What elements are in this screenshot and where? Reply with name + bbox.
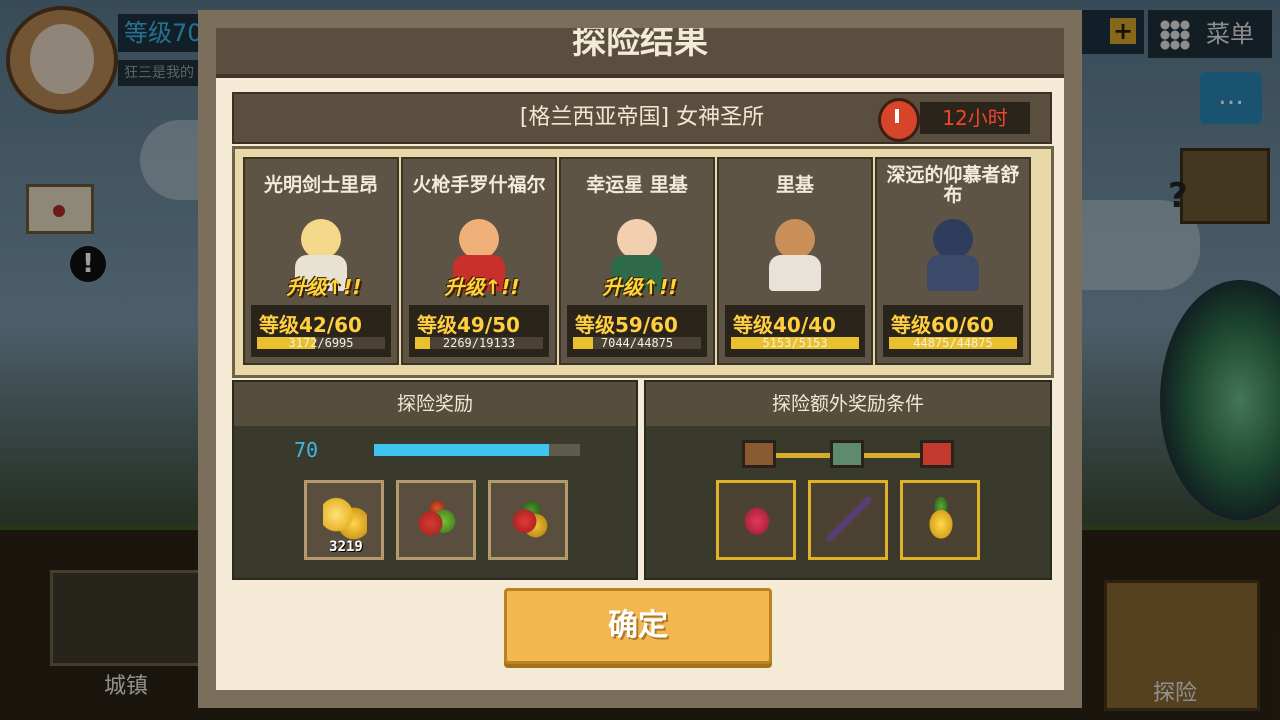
hero-level: 等级42/60	[259, 313, 362, 337]
hero-panel: 光明剑士里昂 升级↑!! 等级42/60 3172/6995 火枪手罗什福尔 升…	[232, 146, 1054, 378]
hero-card: 里基 等级40/40 5153/5153	[717, 157, 873, 365]
hero-level-box: 等级49/50 2269/19133	[409, 305, 549, 357]
hero-level-box: 等级60/60 44875/44875	[883, 305, 1023, 357]
gold-chest-icon	[920, 440, 954, 468]
rewards-panel: 探险奖励 70 3219	[232, 380, 638, 580]
hero-level: 等级59/60	[575, 313, 678, 337]
golden-pineapple-icon	[919, 497, 963, 541]
dialog-title-bar: 探险结果	[198, 10, 1082, 78]
extra-rewards-panel: 探险额外奖励条件	[644, 380, 1052, 580]
level-up-badge: 升级↑!!	[602, 275, 678, 299]
hero-level-box: 等级40/40 5153/5153	[725, 305, 865, 357]
reward-progress-fill	[374, 444, 550, 456]
hero-name: 幸运星 里基	[586, 174, 688, 196]
exp-text: 2269/19133	[442, 336, 516, 350]
exp-text: 44875/44875	[913, 336, 993, 350]
level-up-badge: 升级↑!!	[444, 275, 520, 299]
gold-coins-icon	[323, 497, 367, 541]
hero-name: 里基	[775, 174, 814, 196]
bronze-chest-icon	[742, 440, 776, 468]
rewards-title: 探险奖励	[234, 382, 636, 426]
hero-level-box: 等级42/60 3172/6995	[251, 305, 391, 357]
reward-progress-bar	[374, 444, 580, 456]
exp-bar: 2269/19133	[415, 336, 543, 350]
silver-chest-icon	[830, 440, 864, 468]
stopwatch-icon	[878, 98, 920, 142]
expedition-result-dialog: 探险结果 [格兰西亚帝国] 女神圣所 12小时 光明剑士里昂 升级↑!! 等级4…	[198, 10, 1082, 708]
hero-level: 等级60/60	[891, 313, 994, 337]
exp-bar: 7044/44875	[573, 336, 701, 350]
reward-item-slot[interactable]	[488, 480, 568, 560]
exp-text: 3172/6995	[288, 336, 354, 350]
exp-bar: 3172/6995	[257, 336, 385, 350]
location-bar: [格兰西亚帝国] 女神圣所 12小时	[232, 92, 1052, 144]
hero-card: 深远的仰慕者舒布 等级60/60 44875/44875	[875, 157, 1031, 365]
hero-level: 等级49/50	[417, 313, 520, 337]
item-quantity: 3219	[329, 539, 363, 555]
hero-card: 火枪手罗什福尔 升级↑!! 等级49/50 2269/19133	[401, 157, 557, 365]
exp-text: 5153/5153	[762, 336, 828, 350]
hero-name: 光明剑士里昂	[263, 174, 378, 196]
extra-reward-slot[interactable]	[716, 480, 796, 560]
dragon-fruit-icon	[735, 497, 779, 541]
tropical-fruit-icon	[507, 497, 551, 541]
hero-portrait	[913, 215, 993, 291]
reward-item-slot[interactable]	[396, 480, 476, 560]
hero-card: 光明剑士里昂 升级↑!! 等级42/60 3172/6995	[243, 157, 399, 365]
extra-reward-slot[interactable]	[808, 480, 888, 560]
dialog-title: 探险结果	[572, 22, 708, 62]
reward-count: 70	[294, 438, 319, 462]
dark-spear-icon	[827, 497, 871, 541]
reward-item-slot[interactable]: 3219	[304, 480, 384, 560]
confirm-button[interactable]: 确定	[504, 588, 772, 664]
hero-name: 火枪手罗什福尔	[412, 174, 546, 196]
hero-name: 深远的仰慕者舒布	[886, 164, 1020, 206]
hero-level-box: 等级59/60 7044/44875	[567, 305, 707, 357]
hero-level: 等级40/40	[733, 313, 836, 337]
extra-reward-slot[interactable]	[900, 480, 980, 560]
hero-card: 幸运星 里基 升级↑!! 等级59/60 7044/44875	[559, 157, 715, 365]
exp-bar: 5153/5153	[731, 336, 859, 350]
fruit-basket-icon	[415, 497, 459, 541]
exp-bar: 44875/44875	[889, 336, 1017, 350]
expedition-duration: 12小时	[920, 102, 1030, 134]
hero-portrait	[755, 215, 835, 291]
extra-rewards-title: 探险额外奖励条件	[646, 382, 1050, 426]
exp-text: 7044/44875	[600, 336, 674, 350]
level-up-badge: 升级↑!!	[286, 275, 362, 299]
